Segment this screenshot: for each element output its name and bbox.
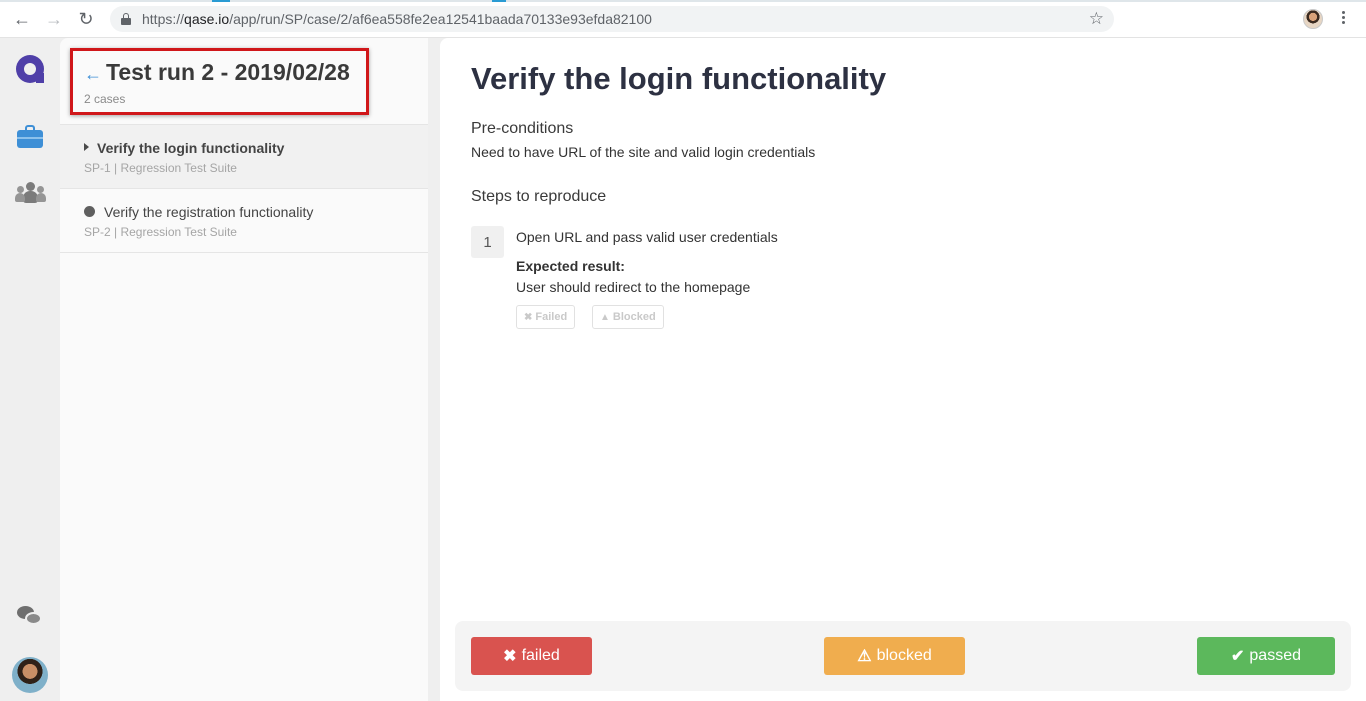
url-host: qase.io <box>184 11 230 27</box>
failed-button[interactable]: ✖ failed <box>471 637 592 675</box>
warning-icon: ⚠ <box>857 648 872 665</box>
step-failed-label: Failed <box>535 311 568 323</box>
blocked-button[interactable]: ⚠ blocked <box>824 637 965 675</box>
url-path: /app/run/SP/case/2/af6ea558fe2ea12541baa… <box>229 11 652 27</box>
expected-result-text: User should redirect to the homepage <box>516 279 751 295</box>
address-bar[interactable]: https://qase.io/app/run/SP/case/2/af6ea5… <box>110 6 1114 32</box>
reload-button[interactable]: ↻ <box>75 8 97 30</box>
case-title: Verify the login functionality <box>97 140 285 156</box>
forward-arrow-icon: → <box>45 9 63 29</box>
reload-icon: ↻ <box>78 9 94 29</box>
tab-strip-accent <box>0 0 1366 2</box>
status-dot-icon <box>84 206 95 217</box>
browser-profile-avatar[interactable] <box>1303 9 1323 29</box>
back-arrow-icon: ← <box>13 9 31 29</box>
browser-menu-icon[interactable] <box>1340 9 1346 29</box>
url-text[interactable]: https://qase.io/app/run/SP/case/2/af6ea5… <box>142 11 652 27</box>
passed-label: passed <box>1249 647 1301 664</box>
list-divider <box>60 252 428 253</box>
run-case-count: 2 cases <box>84 92 126 106</box>
case-heading: Verify the login functionality <box>471 61 887 96</box>
check-icon: ✔ <box>1231 648 1245 665</box>
step-blocked-label: Blocked <box>612 311 656 323</box>
url-scheme: https:// <box>142 11 185 27</box>
steps-label: Steps to reproduce <box>471 188 607 205</box>
expected-result-label: Expected result: <box>516 258 625 274</box>
case-list-item-sp-2[interactable]: Verify the registration functionality SP… <box>60 188 428 252</box>
step-action: Open URL and pass valid user credentials <box>516 229 778 245</box>
times-icon: ✖ <box>524 311 533 323</box>
back-to-runs-icon[interactable]: ← <box>84 65 102 83</box>
app-container: ← Test run 2 - 2019/02/28 2 cases Verify… <box>0 38 1366 701</box>
times-icon: ✖ <box>503 648 517 665</box>
forward-button[interactable]: → <box>43 8 65 30</box>
case-list-item-sp-1[interactable]: Verify the login functionality SP-1 | Re… <box>60 124 428 188</box>
team-users-icon[interactable] <box>15 181 46 207</box>
chat-bubbles-icon[interactable] <box>17 604 43 630</box>
run-header: ← Test run 2 - 2019/02/28 2 cases <box>60 38 428 124</box>
run-title: Test run 2 - 2019/02/28 <box>106 59 350 85</box>
browser-toolbar: ← → ↻ https://qase.io/app/run/SP/case/2/… <box>0 0 1366 38</box>
bookmark-star-icon[interactable]: ☆ <box>1089 9 1104 29</box>
preconditions-text: Need to have URL of the site and valid l… <box>471 144 816 160</box>
case-detail-panel: Verify the login functionality Pre-condi… <box>440 38 1366 701</box>
case-list-panel: ← Test run 2 - 2019/02/28 2 cases Verify… <box>60 38 428 701</box>
back-button[interactable]: ← <box>11 8 33 30</box>
left-rail <box>0 38 60 701</box>
projects-briefcase-icon[interactable] <box>17 124 43 150</box>
preconditions-label: Pre-conditions <box>471 120 574 137</box>
result-action-bar: ✖ failed ⚠ blocked ✔ passed <box>455 621 1351 691</box>
qase-logo-icon[interactable] <box>16 55 44 83</box>
lock-icon <box>121 13 131 25</box>
warning-icon: ▲ <box>600 311 610 323</box>
user-avatar[interactable] <box>12 657 48 693</box>
case-title: Verify the registration functionality <box>104 204 314 220</box>
blocked-label: blocked <box>876 647 932 664</box>
step-blocked-button[interactable]: ▲ Blocked <box>592 305 664 329</box>
case-meta: SP-1 | Regression Test Suite <box>84 161 237 175</box>
step-number: 1 <box>471 226 504 258</box>
caret-right-icon <box>84 143 89 151</box>
step-failed-button[interactable]: ✖ Failed <box>516 305 576 329</box>
passed-button[interactable]: ✔ passed <box>1197 637 1335 675</box>
failed-label: failed <box>521 647 560 664</box>
case-meta: SP-2 | Regression Test Suite <box>84 225 237 239</box>
